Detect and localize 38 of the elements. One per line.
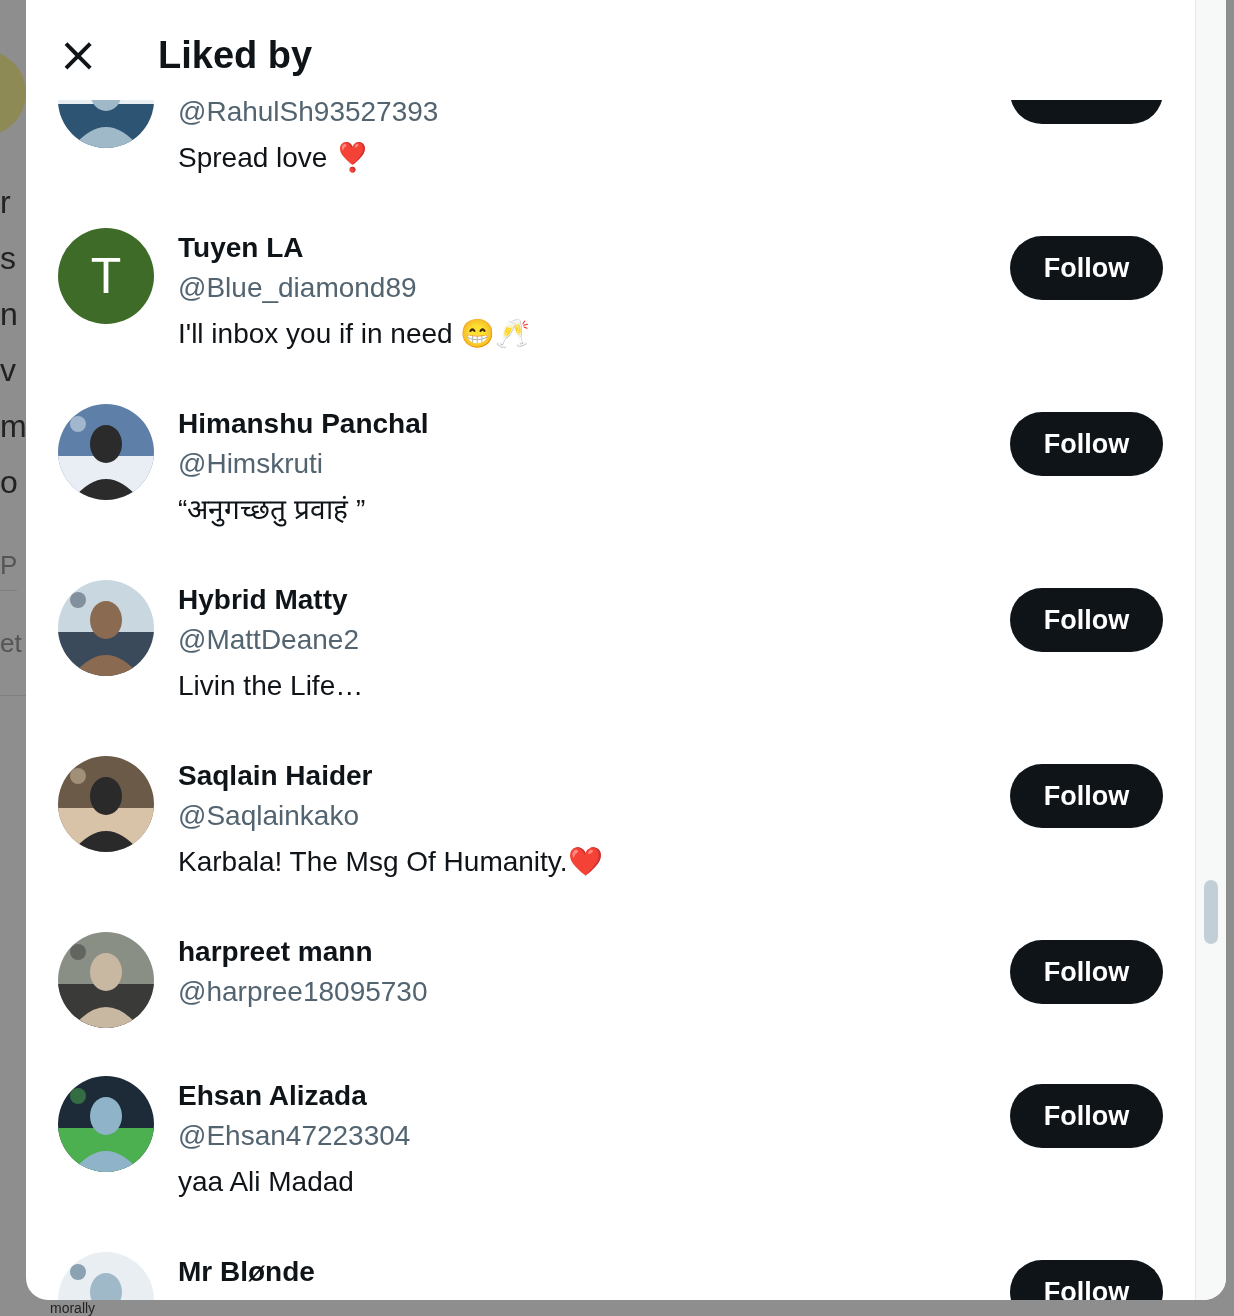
user-handle: @Saqlainkako	[178, 799, 359, 833]
text-fragment: n	[0, 295, 18, 334]
text-fragment: morally	[50, 1300, 96, 1316]
text-fragment: v	[0, 351, 16, 390]
follow-button[interactable]: Follow	[1010, 412, 1164, 476]
dialog-title: Liked by	[158, 33, 313, 77]
text-fragment: o	[0, 463, 18, 502]
avatar[interactable]: T	[58, 228, 154, 324]
follow-button[interactable]: Follow	[1010, 1260, 1164, 1300]
follow-button[interactable]: Follow	[1010, 764, 1164, 828]
user-bio: “अनुगच्छतु प्रवाहं ”	[178, 493, 366, 529]
user-bio: I'll inbox you if in need 😁🥂	[178, 317, 531, 351]
user-bio: Spread love ❣	[178, 141, 371, 175]
user-bio: yaa Ali Madad	[178, 1165, 354, 1199]
text-fragment: P	[0, 540, 18, 591]
text-fragment: r	[0, 183, 11, 222]
follow-button[interactable]: Follow	[1010, 1084, 1164, 1148]
user-name[interactable]: Saqlain Haider	[178, 756, 373, 796]
follow-button[interactable]: Follow	[1010, 940, 1164, 1004]
user-name[interactable]: Hybrid Matty	[178, 580, 348, 620]
user-bio: Livin the Life…	[178, 669, 364, 703]
user-handle: @harpree18095730	[178, 975, 428, 1009]
user-bio: Karbala! The Msg Of Humanity.❤	[178, 845, 603, 879]
follow-button[interactable]: Follow	[1010, 588, 1164, 652]
text-fragment: s	[0, 239, 16, 278]
user-name[interactable]: Tuyen LA	[178, 228, 304, 268]
user-name[interactable]: harpreet mann	[178, 932, 373, 972]
follow-button[interactable]: Follow	[1010, 236, 1164, 300]
close-button[interactable]: ×	[58, 34, 98, 74]
user-handle: @Himskruti	[178, 447, 324, 481]
user-handle: @MattDeane2	[178, 623, 359, 657]
user-name[interactable]: Ehsan Alizada	[178, 1076, 367, 1116]
user-handle: @Blue_diamond89	[178, 271, 417, 305]
user-handle: @RahulSh93527393	[178, 100, 439, 129]
text-fragment: m	[0, 407, 27, 446]
user-handle: @Ehsan47223304	[178, 1119, 411, 1153]
user-name[interactable]: Himanshu Panchal	[178, 404, 429, 444]
user-name[interactable]: Mr Blønde	[178, 1252, 315, 1292]
